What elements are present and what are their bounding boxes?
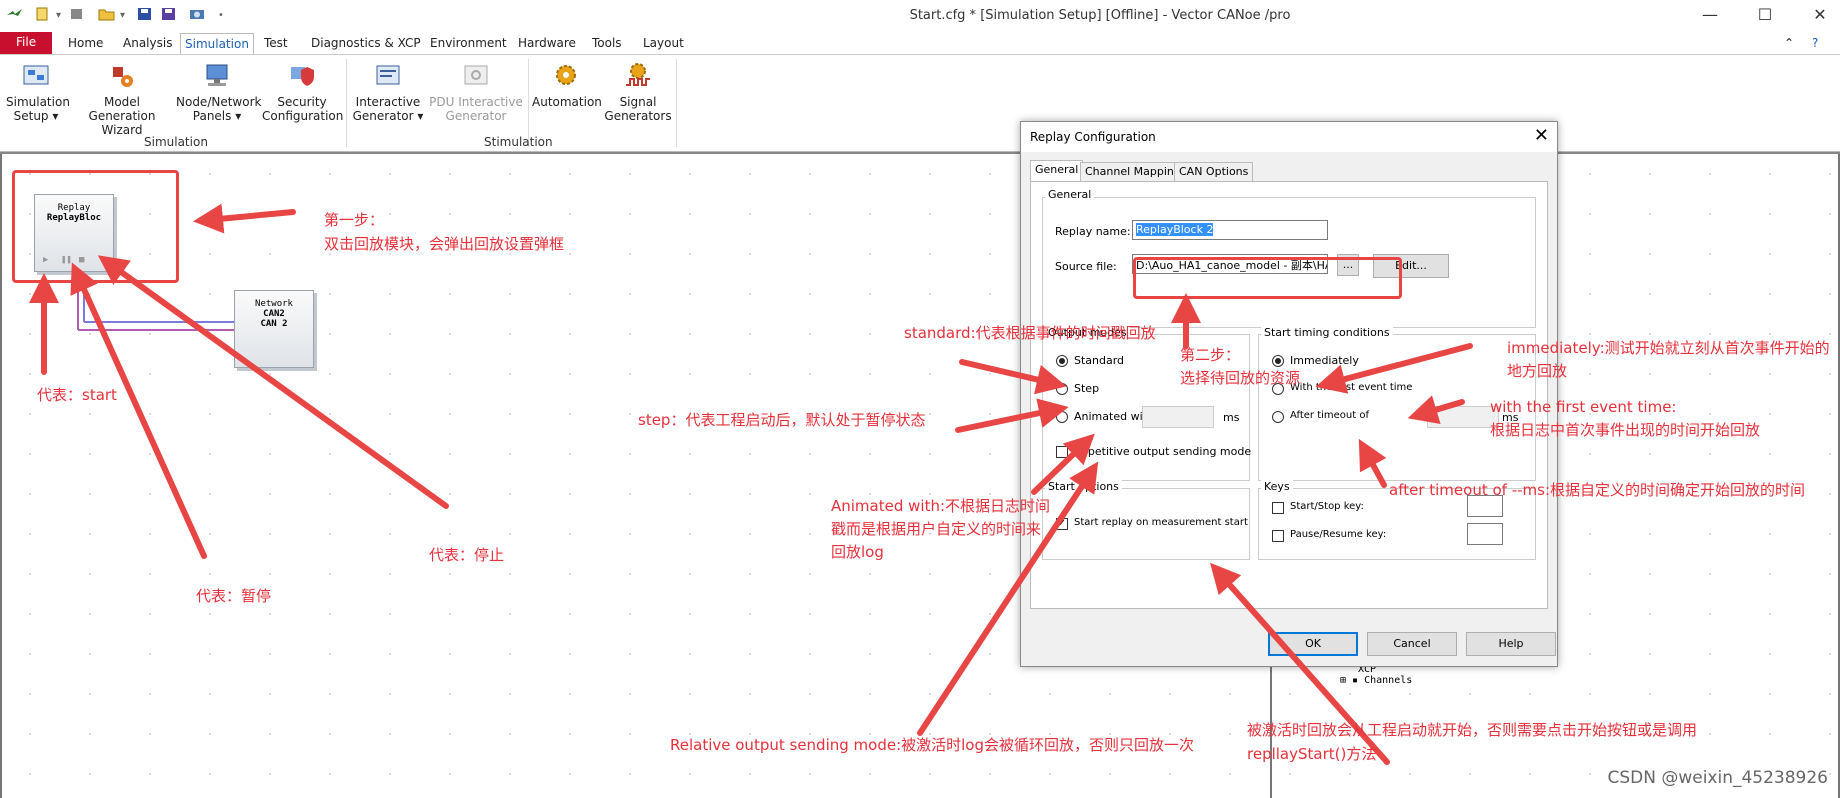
replay-name-label: Replay name: <box>1055 225 1131 238</box>
watermark: CSDN @weixin_45238926 <box>1607 768 1828 788</box>
after-timeout-radio[interactable] <box>1272 411 1284 423</box>
after-timeout-label: After timeout of <box>1290 410 1369 421</box>
tree-item-channels[interactable]: ⊞ ▪ Channels <box>1340 675 1412 686</box>
source-file-label: Source file: <box>1055 260 1117 273</box>
tree-label: Channels <box>1364 675 1413 686</box>
annotation-animated-3: 回放log <box>831 543 884 561</box>
annotation-step2-title: 第二步： <box>1180 346 1241 364</box>
annotation-stop: 代表：停止 <box>429 546 505 564</box>
annotation-step1-title: 第一步： <box>324 211 385 229</box>
network-block-title: Network <box>255 299 293 309</box>
network-block-channel: CAN 2 <box>260 319 288 329</box>
annotation-pause: 代表：暂停 <box>196 587 272 605</box>
keys-label: Keys <box>1261 480 1293 493</box>
start-options-label: Start options <box>1045 480 1122 493</box>
repetitive-output-label: Repetitive output sending mode <box>1074 445 1252 458</box>
source-file-highlight <box>1133 257 1402 299</box>
pause-resume-key-input[interactable] <box>1467 523 1503 545</box>
pause-resume-key-checkbox[interactable] <box>1272 530 1284 542</box>
animated-ms-unit: ms <box>1223 411 1240 424</box>
start-on-measurement-checkbox[interactable]: ✓ <box>1056 518 1068 530</box>
pause-resume-key-label: Pause/Resume key: <box>1290 529 1387 540</box>
step-label: Step <box>1074 382 1100 395</box>
annotation-activated-2: repllayStart()方法 <box>1247 745 1377 763</box>
annotation-immediately-1: immediately:测试开始就立刻从首次事件开始的 <box>1507 339 1830 357</box>
annotation-standard: standard:代表根据事件的时间戳回放 <box>904 324 1156 342</box>
start-timing-label: Start timing conditions <box>1261 326 1393 339</box>
start-stop-key-checkbox[interactable] <box>1272 502 1284 514</box>
immediately-radio[interactable] <box>1272 355 1284 367</box>
annotation-first-event-2: 根据日志中首次事件出现的时间开始回放 <box>1490 421 1761 439</box>
first-event-label: With the first event time <box>1290 382 1413 393</box>
replay-configuration-dialog: Replay Configuration ✕ General Channel M… <box>1020 121 1558 667</box>
start-stop-key-label: Start/Stop key: <box>1290 501 1364 512</box>
dialog-tab-general[interactable]: General <box>1030 160 1084 182</box>
immediately-label: Immediately <box>1290 354 1359 367</box>
cancel-button[interactable]: Cancel <box>1367 632 1457 656</box>
annotation-start: 代表：start <box>37 386 117 404</box>
animated-ms-input <box>1142 406 1214 428</box>
replay-name-value: ReplayBlock 2 <box>1136 223 1214 236</box>
step-radio[interactable] <box>1056 383 1068 395</box>
annotation-step1-text: 双击回放模块，会弹出回放设置弹框 <box>324 235 565 253</box>
annotation-immediately-2: 地方回放 <box>1507 362 1568 380</box>
general-tab-panel: General Replay name: ReplayBlock 2 Sourc… <box>1030 181 1548 609</box>
annotation-first-event-1: with the first event time: <box>1490 398 1677 416</box>
standard-radio[interactable] <box>1056 355 1068 367</box>
ok-button[interactable]: OK <box>1268 632 1358 656</box>
standard-label: Standard <box>1074 354 1125 367</box>
annotation-after-timeout: after timeout of --ms:根据自定义的时间确定开始回放的时间 <box>1389 481 1806 499</box>
repetitive-output-checkbox[interactable] <box>1056 446 1068 458</box>
annotation-step: step：代表工程启动后，默认处于暂停状态 <box>638 411 926 429</box>
animated-with-radio[interactable] <box>1056 411 1068 423</box>
annotation-step2-text: 选择待回放的资源 <box>1180 369 1301 387</box>
dialog-title-bar[interactable]: Replay Configuration ✕ <box>1021 122 1557 152</box>
annotation-activated-1: 被激活时回放会从工程启动就开始，否则需要点击开始按钮或是调用 <box>1247 721 1698 739</box>
timeout-ms-input <box>1427 406 1499 428</box>
general-group-label: General <box>1045 188 1095 201</box>
configuration-tree: XCP ⊞ ▪ Channels <box>1340 664 1412 686</box>
replay-name-input[interactable]: ReplayBlock 2 <box>1132 220 1328 240</box>
replay-block-highlight <box>12 170 179 283</box>
dialog-tab-channel-mapping[interactable]: Channel Mapping <box>1080 162 1186 182</box>
network-block-name: CAN2 <box>263 309 285 319</box>
start-on-measurement-label: Start replay on measurement start <box>1074 517 1248 528</box>
help-button[interactable]: Help <box>1466 632 1556 656</box>
annotation-animated-1: Animated with:不根据日志时间 <box>831 497 1051 515</box>
dialog-title: Replay Configuration <box>1030 130 1156 144</box>
dialog-tab-can-options[interactable]: CAN Options <box>1174 162 1254 182</box>
annotation-animated-2: 戳而是根据用户自定义的时间来 <box>831 520 1042 538</box>
annotation-relative-output: Relative output sending mode:被激活时log会被循环… <box>670 736 1194 754</box>
dialog-close-icon[interactable]: ✕ <box>1534 126 1549 146</box>
network-block[interactable]: Network CAN2 CAN 2 <box>234 290 314 368</box>
